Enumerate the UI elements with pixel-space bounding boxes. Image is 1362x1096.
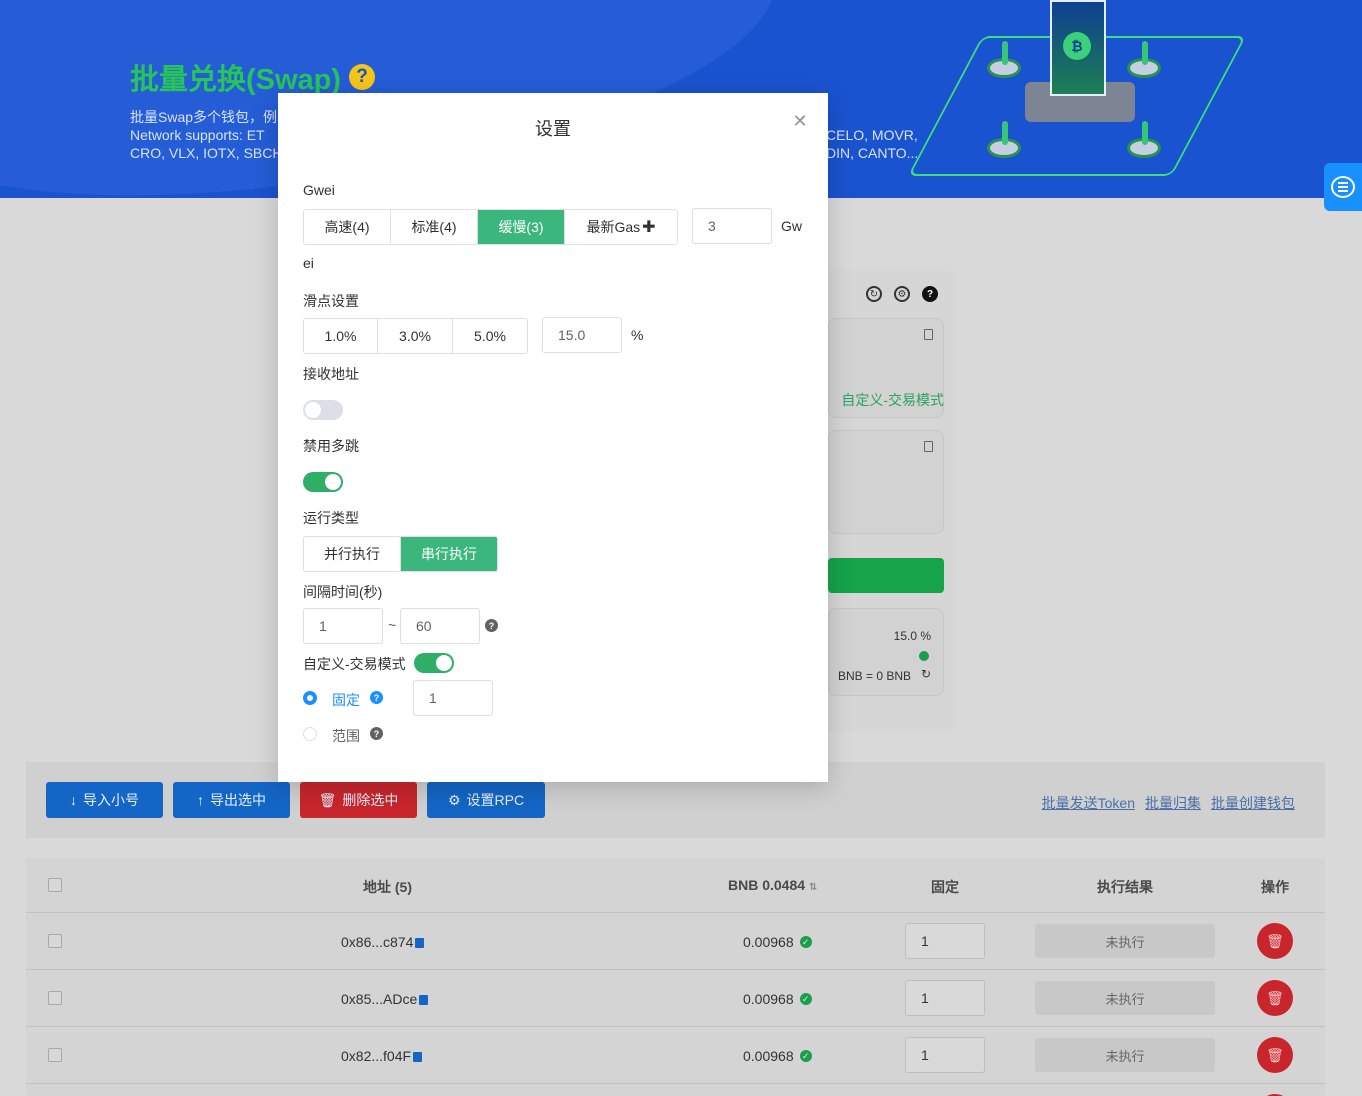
slippage-option-5[interactable]: 5.0% [452, 319, 527, 353]
gwei-input[interactable]: 3 [692, 208, 772, 244]
swap-side-panel: ↻ ⚙ ? 自定义-交易模式 15.0 % BNB = 0 BNB ↻ [820, 270, 956, 732]
batch-create-wallet-link[interactable]: 批量创建钱包 [1211, 793, 1295, 813]
execute-button[interactable] [828, 558, 944, 593]
copy-icon[interactable] [419, 995, 429, 1005]
table-header: 地址 (5) BNB 0.0484 ⇅ 固定 执行结果 操作 [26, 858, 1325, 913]
trash-icon: 🗑 [1266, 1046, 1284, 1063]
plus-icon: ✚ [642, 219, 656, 236]
gwei-option-standard[interactable]: 标准(4) [390, 210, 477, 244]
slippage-label: 滑点设置 [303, 293, 359, 309]
balance-sort-header[interactable]: BNB 0.0484 ⇅ [728, 877, 817, 893]
table-row: 0x85...ADce 0.00968 ✓ 1 未执行 🗑 [26, 970, 1325, 1027]
coin-icon: ₿ [1063, 32, 1091, 60]
run-type-label: 运行类型 [303, 510, 359, 526]
fixed-radio[interactable] [303, 691, 317, 705]
run-type-parallel[interactable]: 并行执行 [304, 537, 400, 571]
gwei-option-latest[interactable]: 最新Gas ✚ [564, 210, 677, 244]
row-checkbox[interactable] [48, 991, 62, 1005]
interval-min-input[interactable]: 1 [303, 608, 383, 644]
fixed-radio-label[interactable]: 固定 [332, 690, 360, 710]
disable-multihop-label: 禁用多跳 [303, 438, 359, 454]
disable-multihop-toggle[interactable] [303, 472, 343, 492]
gwei-option-slow[interactable]: 缓慢(3) [477, 210, 564, 244]
arrow-up-icon: ↑ [197, 792, 204, 808]
range-radio[interactable] [303, 727, 317, 741]
delete-row-button[interactable]: 🗑 [1257, 980, 1293, 1016]
run-type-serial[interactable]: 串行执行 [400, 537, 497, 571]
delete-row-button[interactable]: 🗑 [1257, 1037, 1293, 1073]
chat-icon [1331, 176, 1355, 198]
arrow-down-icon: ↓ [70, 792, 77, 808]
dialog-title: 设置 [535, 119, 571, 139]
gwei-option-fast[interactable]: 高速(4) [304, 210, 390, 244]
settings-dialog: 设置 ✕ Gwei 高速(4) 标准(4) 缓慢(3) 最新Gas ✚ 3 Gw… [278, 93, 828, 782]
check-icon: ✓ [799, 936, 812, 948]
slippage-option-3[interactable]: 3.0% [377, 319, 452, 353]
copy-icon[interactable] [415, 938, 425, 948]
table-row: 0x82...f04F 0.00968 ✓ 1 未执行 🗑 [26, 1027, 1325, 1084]
check-icon [919, 651, 929, 661]
delete-row-button[interactable]: 🗑 [1257, 923, 1293, 959]
help-icon[interactable]: ? [370, 727, 383, 740]
fixed-amount-input[interactable]: 1 [905, 1037, 985, 1073]
gear-icon: ⚙ [447, 791, 461, 808]
range-radio-label[interactable]: 范围 [332, 726, 360, 746]
trash-icon: 🗑 [1266, 989, 1284, 1006]
copy-icon[interactable] [413, 1052, 423, 1062]
summary-box: 15.0 % BNB = 0 BNB ↻ [828, 608, 944, 696]
interval-label: 间隔时间(秒) [303, 584, 383, 600]
set-rpc-button[interactable]: ⚙ 设置RPC [427, 782, 545, 818]
run-type-selector: 并行执行 串行执行 [303, 536, 498, 572]
delete-selected-button[interactable]: 🗑 删除选中 [300, 782, 417, 818]
import-wallets-button[interactable]: ↓ 导入小号 [46, 782, 163, 818]
slippage-option-1[interactable]: 1.0% [304, 319, 377, 353]
fixed-amount-input[interactable]: 1 [905, 923, 985, 959]
tool-links: 批量发送Token 批量归集 批量创建钱包 [1042, 793, 1295, 813]
wallet-table: 地址 (5) BNB 0.0484 ⇅ 固定 执行结果 操作 0x86...c8… [26, 858, 1325, 1096]
row-checkbox[interactable] [48, 934, 62, 948]
result-badge: 未执行 [1035, 924, 1215, 958]
help-icon[interactable]: ? [485, 619, 498, 632]
gear-icon[interactable]: ⚙ [894, 286, 910, 302]
fixed-amount-input[interactable]: 1 [905, 980, 985, 1016]
table-row [26, 1084, 1325, 1096]
fixed-value-input[interactable]: 1 [413, 680, 493, 716]
token-to-box[interactable] [828, 430, 944, 534]
batch-send-token-link[interactable]: 批量发送Token [1042, 793, 1135, 813]
document-icon[interactable] [924, 329, 933, 340]
document-icon[interactable] [924, 441, 933, 452]
hero-illustration: ₿ [907, 0, 1247, 195]
custom-mode-toggle[interactable] [414, 653, 454, 673]
result-badge: 未执行 [1035, 1038, 1215, 1072]
refresh-icon[interactable]: ↻ [866, 286, 882, 302]
refresh-icon[interactable]: ↻ [921, 667, 931, 681]
chat-button[interactable] [1324, 163, 1362, 211]
receive-address-label: 接收地址 [303, 366, 359, 382]
select-all-checkbox[interactable] [48, 878, 62, 892]
receive-address-toggle[interactable] [303, 400, 343, 420]
trash-icon: 🗑 [318, 791, 337, 808]
export-selected-button[interactable]: ↑ 导出选中 [173, 782, 290, 818]
table-row: 0x86...c874 0.00968 ✓ 1 未执行 🗑 [26, 913, 1325, 970]
sort-icon[interactable]: ⇅ [809, 882, 817, 893]
gwei-label: Gwei [303, 182, 335, 198]
close-icon[interactable]: ✕ [792, 112, 808, 130]
check-icon: ✓ [799, 993, 812, 1005]
custom-mode-label: 自定义-交易模式 [303, 656, 406, 672]
row-checkbox[interactable] [48, 1048, 62, 1062]
interval-max-input[interactable]: 60 [400, 608, 480, 644]
batch-collect-link[interactable]: 批量归集 [1145, 793, 1201, 813]
check-icon: ✓ [799, 1050, 812, 1062]
gwei-speed-selector: 高速(4) 标准(4) 缓慢(3) 最新Gas ✚ [303, 209, 678, 245]
question-icon[interactable]: ? [922, 286, 938, 302]
help-icon[interactable]: ? [349, 64, 376, 90]
hero-description-right: CELO, MOVR, DIN, CANTO... [826, 127, 919, 161]
page-title: 批量兑换(Swap) ? [130, 56, 376, 98]
slippage-selector: 1.0% 3.0% 5.0% [303, 318, 528, 354]
result-badge: 未执行 [1035, 981, 1215, 1015]
trash-icon: 🗑 [1266, 932, 1284, 949]
help-icon[interactable]: ? [370, 691, 383, 704]
custom-mode-indicator: 自定义-交易模式 [841, 392, 944, 408]
slippage-input[interactable]: 15.0 [542, 317, 622, 353]
